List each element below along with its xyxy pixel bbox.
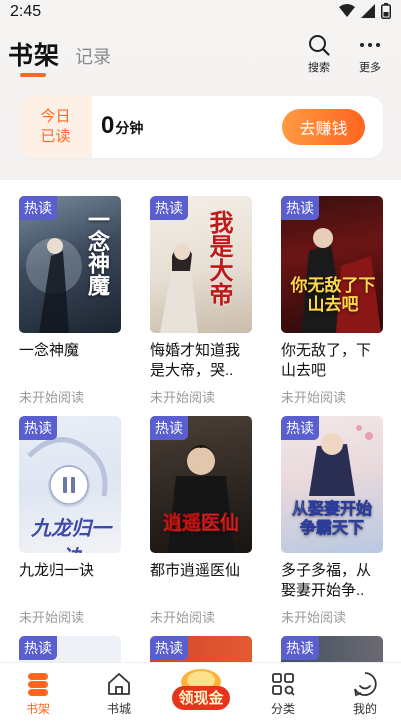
cover-title: 九龙归一诀 xyxy=(31,518,111,553)
nav-bookstore[interactable]: 书城 xyxy=(89,671,149,717)
book-item[interactable]: 热读 xyxy=(281,636,385,662)
hot-badge: 热读 xyxy=(281,196,319,220)
status-time: 2:45 xyxy=(10,3,42,20)
battery-icon xyxy=(381,3,391,19)
nav-mine-label: 我的 xyxy=(352,702,377,716)
profile-icon xyxy=(354,672,377,697)
cover-title: 你无敌了下山去吧 xyxy=(290,276,376,314)
book-read-status: 未开始阅读 xyxy=(19,390,85,405)
cover-title: 我是大帝 xyxy=(205,210,234,306)
minutes-value: 0 xyxy=(101,112,115,139)
hot-badge: 热读 xyxy=(150,636,188,660)
search-button[interactable]: 搜索 xyxy=(299,34,339,75)
book-item[interactable]: 热读 xyxy=(150,636,254,662)
get-cash-label: 领现金 xyxy=(178,690,224,707)
today-read-label-box: 今日已读 xyxy=(19,96,92,158)
book-read-status: 未开始阅读 xyxy=(19,610,85,625)
reading-stats-card: 今日已读 0 分钟 去赚钱 xyxy=(19,96,383,158)
book-item[interactable]: 你无敌了下山去吧 热读 你无敌了，下山去吧 未开始阅读 xyxy=(281,196,385,406)
book-item[interactable]: 从娶妻开始争霸天下 热读 多子多福，从娶妻开始争.. 未开始阅读 xyxy=(281,416,385,626)
book-title[interactable]: 都市逍遥医仙 xyxy=(150,561,254,601)
category-grid-icon xyxy=(272,673,295,696)
hot-badge: 热读 xyxy=(150,416,188,440)
book-read-status: 未开始阅读 xyxy=(150,610,216,625)
reading-minutes: 0 分钟 xyxy=(101,112,143,140)
more-label: 更多 xyxy=(359,62,381,74)
search-icon xyxy=(309,35,330,56)
hot-badge: 热读 xyxy=(150,196,188,220)
book-cover[interactable]: 你无敌了下山去吧 热读 xyxy=(281,196,383,333)
nav-category-label: 分类 xyxy=(270,702,295,716)
book-read-status: 未开始阅读 xyxy=(281,390,347,405)
book-title[interactable]: 悔婚才知道我是大帝，哭.. xyxy=(150,341,254,381)
minutes-unit: 分钟 xyxy=(115,120,144,136)
hot-badge: 热读 xyxy=(19,416,57,440)
book-cover[interactable]: 热读 xyxy=(19,636,121,662)
book-cover[interactable]: 九龙归一诀 热读 xyxy=(19,416,121,553)
book-title[interactable]: 多子多福，从娶妻开始争.. xyxy=(281,561,385,601)
get-cash-button[interactable]: 领现金 xyxy=(170,668,232,712)
status-icons xyxy=(339,3,391,19)
bookshelf-icon xyxy=(28,673,48,696)
book-cover[interactable]: 热读 xyxy=(281,636,383,662)
book-cover[interactable]: 逍遥医仙 热读 xyxy=(150,416,252,553)
book-cover[interactable]: 热读 xyxy=(150,636,252,662)
book-read-status: 未开始阅读 xyxy=(150,390,216,405)
book-item[interactable]: 我是大帝 热读 悔婚才知道我是大帝，哭.. 未开始阅读 xyxy=(150,196,254,406)
book-cover[interactable]: 从娶妻开始争霸天下 热读 xyxy=(281,416,383,553)
nav-bookshelf[interactable]: 书架 xyxy=(8,671,68,717)
nav-bookstore-label: 书城 xyxy=(106,702,131,716)
book-item[interactable]: 一念神魔 热读 一念神魔 未开始阅读 xyxy=(19,196,123,406)
more-dots-icon xyxy=(360,43,380,47)
wifi-icon xyxy=(339,4,355,17)
hot-badge: 热读 xyxy=(19,636,57,660)
hot-badge: 热读 xyxy=(19,196,57,220)
book-cover[interactable]: 我是大帝 热读 xyxy=(150,196,252,333)
signal-icon xyxy=(361,4,375,18)
book-item[interactable]: 九龙归一诀 热读 九龙归一诀 未开始阅读 xyxy=(19,416,123,626)
cover-title: 从娶妻开始争霸天下 xyxy=(291,501,373,538)
book-title[interactable]: 一念神魔 xyxy=(19,341,123,381)
today-read-label: 今日已读 xyxy=(40,108,71,145)
tab-bookshelf[interactable]: 书架 xyxy=(8,36,60,72)
header: 书架 记录 搜索 更多 xyxy=(0,30,401,80)
book-title[interactable]: 九龙归一诀 xyxy=(19,561,123,601)
nav-category[interactable]: 分类 xyxy=(253,671,313,717)
pause-icon[interactable] xyxy=(49,465,89,505)
book-item[interactable]: 逍遥医仙 热读 都市逍遥医仙 未开始阅读 xyxy=(150,416,254,626)
hot-badge: 热读 xyxy=(281,636,319,660)
search-label: 搜索 xyxy=(308,62,330,74)
book-read-status: 未开始阅读 xyxy=(281,610,347,625)
earn-money-button[interactable]: 去赚钱 xyxy=(282,109,365,145)
home-icon xyxy=(108,673,130,695)
book-item[interactable]: 热读 xyxy=(19,636,123,662)
cover-title: 逍遥医仙 xyxy=(162,513,240,535)
tab-records[interactable]: 记录 xyxy=(75,43,111,69)
active-tab-indicator xyxy=(20,73,46,77)
nav-bookshelf-label: 书架 xyxy=(25,702,50,716)
nav-mine[interactable]: 我的 xyxy=(335,671,395,717)
cover-title: 一念神魔 xyxy=(84,208,110,296)
more-button[interactable]: 更多 xyxy=(350,34,390,75)
book-title[interactable]: 你无敌了，下山去吧 xyxy=(281,341,385,381)
status-bar: 2:45 xyxy=(0,0,401,24)
hot-badge: 热读 xyxy=(281,416,319,440)
book-cover[interactable]: 一念神魔 热读 xyxy=(19,196,121,333)
